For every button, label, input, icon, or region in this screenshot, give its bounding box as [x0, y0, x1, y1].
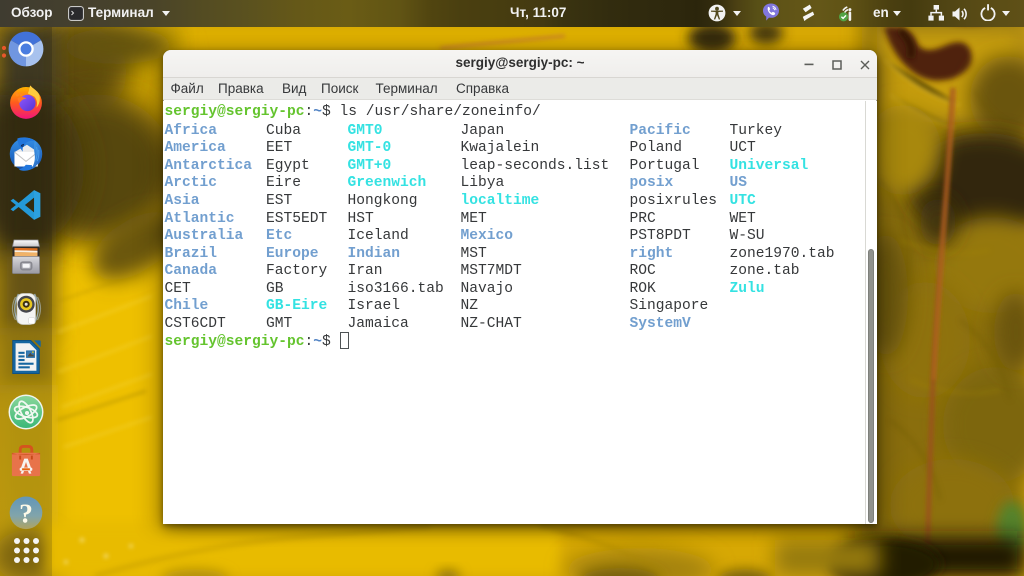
svg-text:?: ?: [19, 497, 33, 528]
